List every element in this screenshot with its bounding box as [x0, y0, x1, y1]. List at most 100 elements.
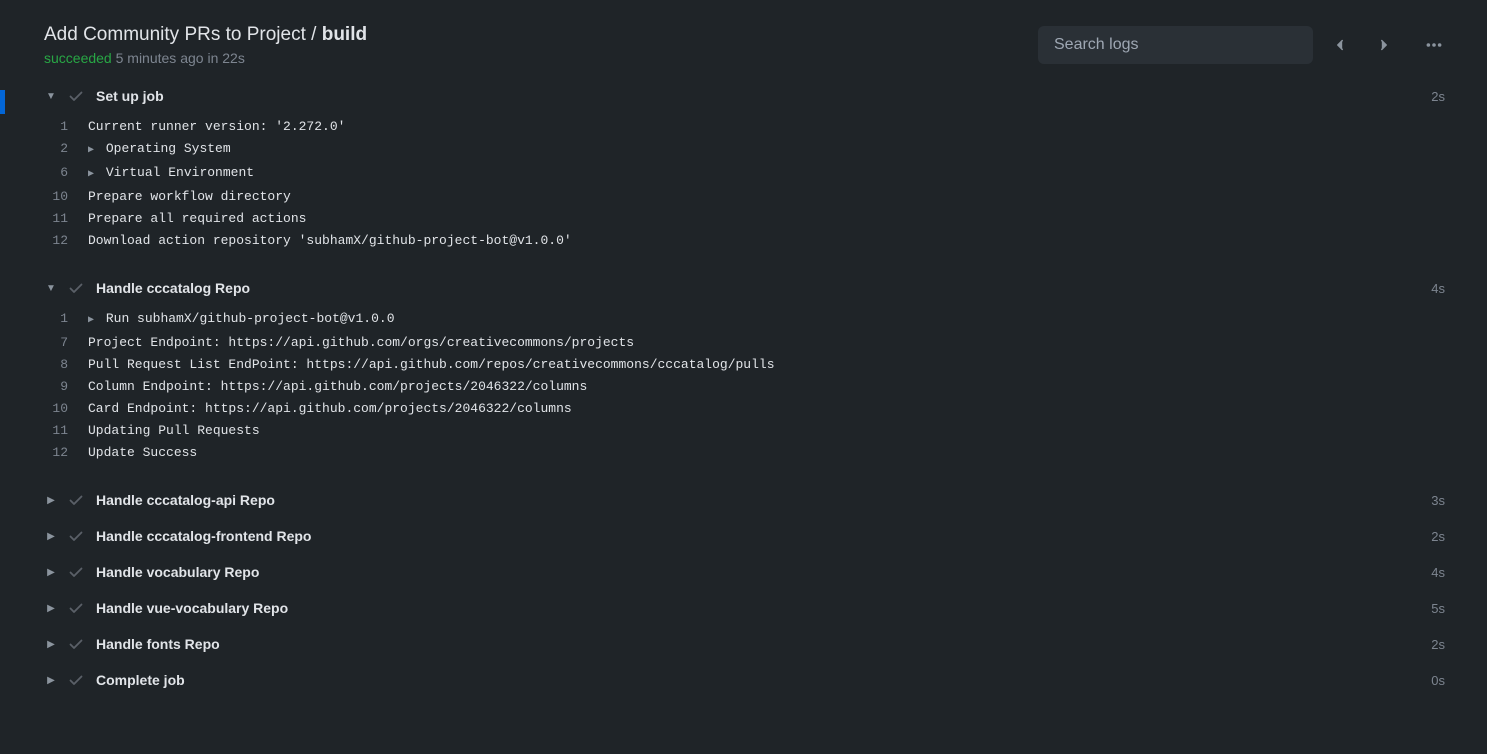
chevron-right-icon: ▶	[42, 639, 60, 650]
status-line: succeeded 5 minutes ago in 22s	[44, 50, 367, 66]
log-line: 10Card Endpoint: https://api.github.com/…	[30, 398, 1457, 420]
next-button[interactable]	[1367, 28, 1401, 62]
header-left: Add Community PRs to Project / build suc…	[44, 24, 367, 66]
line-number: 12	[30, 230, 88, 252]
kebab-icon	[1425, 36, 1443, 54]
step-title: Complete job	[96, 672, 1431, 688]
step-duration: 0s	[1431, 673, 1445, 688]
log-line: 1▶ Run subhamX/github-project-bot@v1.0.0	[30, 308, 1457, 332]
log-line: 9Column Endpoint: https://api.github.com…	[30, 376, 1457, 398]
log-line: 1Current runner version: '2.272.0'	[30, 116, 1457, 138]
check-icon	[68, 492, 84, 508]
header-right	[1038, 26, 1451, 64]
log-text: Current runner version: '2.272.0'	[88, 116, 345, 138]
search-input[interactable]	[1038, 26, 1313, 64]
step-title: Handle cccatalog-frontend Repo	[96, 528, 1431, 544]
step-header[interactable]: ▶ Handle vocabulary Repo4s	[30, 554, 1457, 590]
step-header[interactable]: ▼ Set up job2s	[30, 78, 1457, 114]
step-title: Handle vue-vocabulary Repo	[96, 600, 1431, 616]
line-number: 1	[30, 308, 88, 332]
status-time: 5 minutes ago in 22s	[116, 50, 245, 66]
step-header[interactable]: ▼ Handle cccatalog Repo4s	[30, 270, 1457, 306]
check-icon	[68, 528, 84, 544]
line-number: 9	[30, 376, 88, 398]
step-header[interactable]: ▶ Complete job0s	[30, 662, 1457, 698]
chevron-right-icon: ▶	[42, 531, 60, 542]
chevron-right-icon: ▶	[42, 603, 60, 614]
status-text: succeeded	[44, 50, 112, 66]
log-text: Project Endpoint: https://api.github.com…	[88, 332, 634, 354]
log-text: Updating Pull Requests	[88, 420, 260, 442]
log-line: 8Pull Request List EndPoint: https://api…	[30, 354, 1457, 376]
expand-arrow-icon[interactable]: ▶	[88, 164, 94, 186]
step-title: Handle cccatalog Repo	[96, 280, 1431, 296]
log-text: Pull Request List EndPoint: https://api.…	[88, 354, 775, 376]
log-line: 12Update Success	[30, 442, 1457, 464]
step-header[interactable]: ▶ Handle cccatalog-frontend Repo2s	[30, 518, 1457, 554]
step-duration: 3s	[1431, 493, 1445, 508]
check-icon	[68, 600, 84, 616]
step-title: Set up job	[96, 88, 1431, 104]
log-line: 11Prepare all required actions	[30, 208, 1457, 230]
line-number: 11	[30, 420, 88, 442]
step-header[interactable]: ▶ Handle vue-vocabulary Repo5s	[30, 590, 1457, 626]
log-text: Prepare all required actions	[88, 208, 306, 230]
chevron-right-icon	[1377, 38, 1391, 52]
log-line: 2▶ Operating System	[30, 138, 1457, 162]
log-text: Download action repository 'subhamX/gith…	[88, 230, 572, 252]
prev-button[interactable]	[1323, 28, 1357, 62]
line-number: 6	[30, 162, 88, 186]
check-icon	[68, 564, 84, 580]
step-header[interactable]: ▶ Handle cccatalog-api Repo3s	[30, 482, 1457, 518]
chevron-right-icon: ▶	[42, 567, 60, 578]
log-block: 1Current runner version: '2.272.0'2▶ Ope…	[30, 116, 1457, 252]
chevron-down-icon: ▼	[42, 91, 60, 102]
header: Add Community PRs to Project / build suc…	[0, 0, 1487, 78]
log-line: 11Updating Pull Requests	[30, 420, 1457, 442]
more-button[interactable]	[1417, 28, 1451, 62]
chevron-left-icon	[1333, 38, 1347, 52]
step-header[interactable]: ▶ Handle fonts Repo2s	[30, 626, 1457, 662]
accent-bar	[0, 90, 5, 114]
job-name: build	[322, 24, 367, 45]
chevron-right-icon: ▶	[42, 495, 60, 506]
step-duration: 5s	[1431, 601, 1445, 616]
line-number: 7	[30, 332, 88, 354]
line-number: 10	[30, 398, 88, 420]
step-duration: 4s	[1431, 281, 1445, 296]
log-text: Prepare workflow directory	[88, 186, 291, 208]
line-number: 10	[30, 186, 88, 208]
steps-container: ▼Set up job2s1Current runner version: '2…	[0, 78, 1487, 698]
expand-arrow-icon[interactable]: ▶	[88, 310, 94, 332]
workflow-name: Add Community PRs to Project	[44, 24, 306, 45]
line-number: 8	[30, 354, 88, 376]
step-title: Handle cccatalog-api Repo	[96, 492, 1431, 508]
log-block: 1▶ Run subhamX/github-project-bot@v1.0.0…	[30, 308, 1457, 464]
log-text: Card Endpoint: https://api.github.com/pr…	[88, 398, 572, 420]
step-title: Handle vocabulary Repo	[96, 564, 1431, 580]
step-duration: 4s	[1431, 565, 1445, 580]
log-line: 7Project Endpoint: https://api.github.co…	[30, 332, 1457, 354]
log-text: ▶ Operating System	[88, 138, 231, 162]
chevron-right-icon: ▶	[42, 675, 60, 686]
log-line: 6▶ Virtual Environment	[30, 162, 1457, 186]
step-duration: 2s	[1431, 529, 1445, 544]
title-separator: /	[306, 24, 322, 45]
check-icon	[68, 88, 84, 104]
check-icon	[68, 672, 84, 688]
expand-arrow-icon[interactable]: ▶	[88, 140, 94, 162]
check-icon	[68, 280, 84, 296]
line-number: 11	[30, 208, 88, 230]
log-line: 10Prepare workflow directory	[30, 186, 1457, 208]
line-number: 1	[30, 116, 88, 138]
log-line: 12Download action repository 'subhamX/gi…	[30, 230, 1457, 252]
step-duration: 2s	[1431, 89, 1445, 104]
log-text: Column Endpoint: https://api.github.com/…	[88, 376, 587, 398]
line-number: 2	[30, 138, 88, 162]
chevron-down-icon: ▼	[42, 283, 60, 294]
log-text: Update Success	[88, 442, 197, 464]
log-text: ▶ Virtual Environment	[88, 162, 254, 186]
line-number: 12	[30, 442, 88, 464]
step-title: Handle fonts Repo	[96, 636, 1431, 652]
step-duration: 2s	[1431, 637, 1445, 652]
